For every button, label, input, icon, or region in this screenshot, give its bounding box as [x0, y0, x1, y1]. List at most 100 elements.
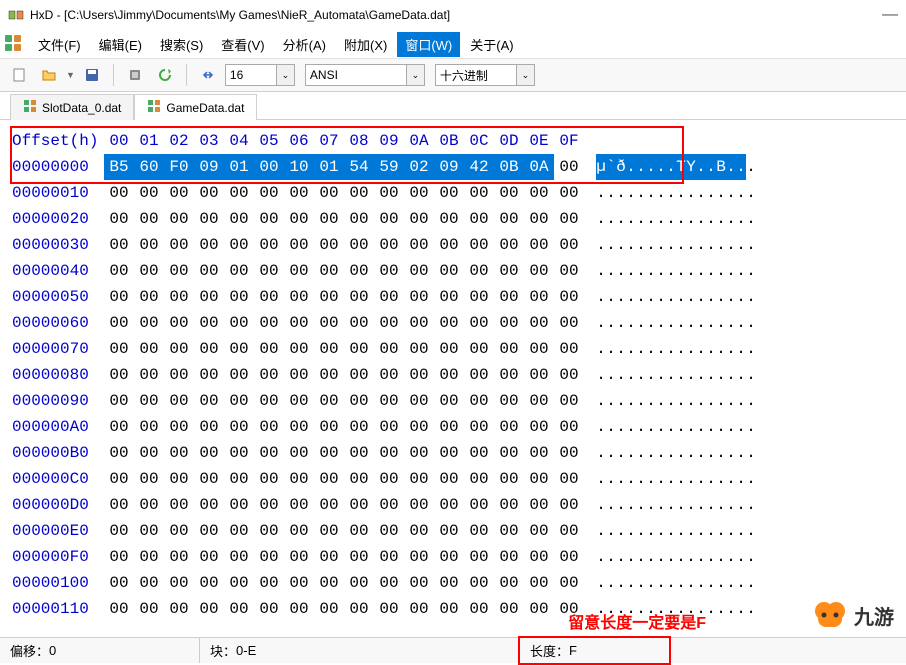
hex-byte[interactable]: 00 — [554, 440, 584, 466]
hex-byte[interactable]: 00 — [344, 466, 374, 492]
hex-byte[interactable]: 00 — [134, 336, 164, 362]
ascii-char[interactable]: . — [696, 154, 706, 180]
ascii-char[interactable]: . — [746, 414, 756, 440]
hex-byte[interactable]: 00 — [374, 518, 404, 544]
ascii-char[interactable]: . — [666, 518, 676, 544]
ascii-char[interactable]: . — [596, 414, 606, 440]
hex-byte[interactable]: 00 — [284, 414, 314, 440]
hex-byte[interactable]: 00 — [104, 414, 134, 440]
hex-byte[interactable]: 00 — [494, 544, 524, 570]
hex-row[interactable]: 0000002000000000000000000000000000000000… — [12, 206, 894, 232]
hex-row[interactable]: 0000007000000000000000000000000000000000… — [12, 336, 894, 362]
ascii-char[interactable]: . — [646, 570, 656, 596]
hex-byte[interactable]: 00 — [314, 492, 344, 518]
hex-byte[interactable]: 00 — [434, 388, 464, 414]
hex-byte[interactable]: 00 — [164, 388, 194, 414]
hex-byte[interactable]: 00 — [284, 596, 314, 622]
hex-byte[interactable]: 00 — [194, 596, 224, 622]
ascii-char[interactable]: . — [726, 388, 736, 414]
ascii-char[interactable]: . — [616, 440, 626, 466]
ascii-char[interactable]: . — [706, 388, 716, 414]
ascii-char[interactable]: . — [596, 388, 606, 414]
ascii-char[interactable]: . — [656, 232, 666, 258]
hex-byte[interactable]: 00 — [524, 310, 554, 336]
menu-extras[interactable]: 附加(X) — [336, 32, 395, 57]
ascii-char[interactable]: . — [626, 180, 636, 206]
hex-byte[interactable]: 00 — [494, 518, 524, 544]
ascii-char[interactable]: . — [616, 466, 626, 492]
hex-byte[interactable]: 00 — [434, 284, 464, 310]
ascii-char[interactable]: . — [686, 518, 696, 544]
ascii-char[interactable]: . — [666, 570, 676, 596]
hex-byte[interactable]: 00 — [284, 180, 314, 206]
ascii-char[interactable]: . — [746, 232, 756, 258]
save-button[interactable] — [79, 62, 105, 88]
ascii-char[interactable]: . — [746, 518, 756, 544]
hex-byte[interactable]: 00 — [164, 232, 194, 258]
ascii-char[interactable]: . — [726, 414, 736, 440]
hex-byte[interactable]: 00 — [194, 414, 224, 440]
hex-byte[interactable]: 01 — [224, 154, 254, 180]
hex-byte[interactable]: 00 — [344, 362, 374, 388]
ascii-char[interactable]: . — [706, 570, 716, 596]
ascii-char[interactable]: . — [606, 440, 616, 466]
ascii-char[interactable]: . — [736, 440, 746, 466]
tab-slotdata[interactable]: SlotData_0.dat — [10, 94, 134, 120]
hex-byte[interactable]: 00 — [314, 388, 344, 414]
hex-byte[interactable]: 00 — [104, 388, 134, 414]
hex-byte[interactable]: 00 — [254, 440, 284, 466]
hex-byte[interactable]: 00 — [194, 232, 224, 258]
ascii-char[interactable]: . — [616, 544, 626, 570]
ascii-char[interactable]: . — [696, 570, 706, 596]
hex-byte[interactable]: 00 — [344, 180, 374, 206]
ascii-char[interactable]: . — [636, 466, 646, 492]
ascii-char[interactable]: . — [636, 414, 646, 440]
ascii-char[interactable]: . — [656, 518, 666, 544]
ascii-char[interactable]: . — [646, 466, 656, 492]
ascii-char[interactable]: . — [746, 466, 756, 492]
hex-row[interactable]: 0000005000000000000000000000000000000000… — [12, 284, 894, 310]
ascii-char[interactable]: . — [606, 388, 616, 414]
ascii-char[interactable]: . — [716, 596, 726, 622]
ascii-char[interactable]: . — [726, 570, 736, 596]
hex-byte[interactable]: 00 — [314, 570, 344, 596]
ascii-char[interactable]: . — [616, 336, 626, 362]
hex-byte[interactable]: 00 — [314, 310, 344, 336]
hex-byte[interactable]: 00 — [254, 492, 284, 518]
hex-byte[interactable]: 00 — [524, 596, 554, 622]
ascii-char[interactable]: . — [726, 154, 736, 180]
ascii-char[interactable]: . — [736, 518, 746, 544]
ascii-char[interactable]: . — [596, 544, 606, 570]
hex-byte[interactable]: 00 — [134, 414, 164, 440]
open-dropdown-arrow[interactable]: ▼ — [66, 70, 75, 80]
ascii-char[interactable]: . — [656, 310, 666, 336]
menu-window[interactable]: 窗口(W) — [397, 32, 460, 57]
hex-byte[interactable]: 00 — [554, 518, 584, 544]
hex-byte[interactable]: 00 — [554, 362, 584, 388]
hex-byte[interactable]: 00 — [374, 206, 404, 232]
hex-byte[interactable]: 00 — [224, 466, 254, 492]
ascii-char[interactable]: . — [686, 414, 696, 440]
hex-byte[interactable]: 00 — [554, 570, 584, 596]
ascii-char[interactable]: . — [646, 414, 656, 440]
ascii-char[interactable]: . — [736, 310, 746, 336]
ascii-char[interactable]: . — [626, 492, 636, 518]
hex-byte[interactable]: 00 — [284, 258, 314, 284]
hex-byte[interactable]: 00 — [494, 206, 524, 232]
hex-row[interactable]: 0000001000000000000000000000000000000000… — [12, 180, 894, 206]
ascii-char[interactable]: . — [716, 570, 726, 596]
hex-byte[interactable]: 00 — [224, 362, 254, 388]
hex-byte[interactable]: 00 — [494, 310, 524, 336]
hex-byte[interactable]: 00 — [404, 180, 434, 206]
hex-byte[interactable]: 00 — [284, 284, 314, 310]
hex-byte[interactable]: 01 — [314, 154, 344, 180]
ascii-char[interactable]: . — [596, 258, 606, 284]
ascii-char[interactable]: . — [746, 440, 756, 466]
ascii-char[interactable]: . — [606, 570, 616, 596]
ascii-char[interactable]: . — [696, 258, 706, 284]
hex-byte[interactable]: 00 — [344, 284, 374, 310]
hex-byte[interactable]: 00 — [404, 440, 434, 466]
ascii-char[interactable]: . — [666, 440, 676, 466]
ascii-char[interactable]: . — [606, 284, 616, 310]
hex-byte[interactable]: 00 — [344, 414, 374, 440]
